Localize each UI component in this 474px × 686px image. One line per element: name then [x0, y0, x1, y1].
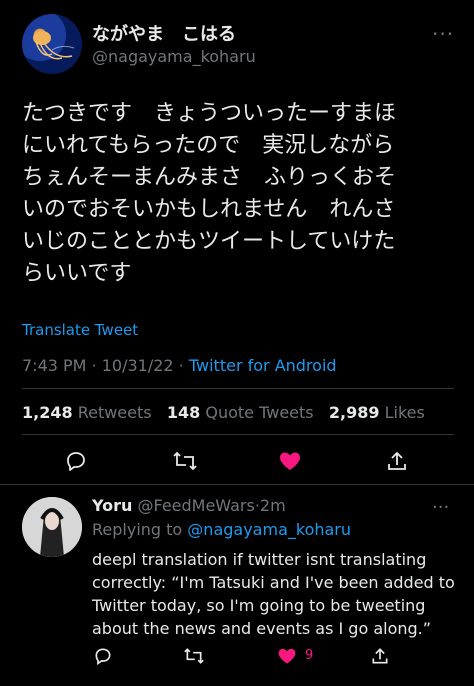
reply-like-count: 9	[305, 648, 314, 663]
reply-handle[interactable]: @FeedMeWars	[137, 496, 254, 515]
replying-to-handle[interactable]: @nagayama_koharu	[187, 520, 351, 539]
person-avatar-image	[22, 497, 82, 557]
quote-tweets-stat[interactable]: 148 Quote Tweets	[167, 403, 314, 422]
reply-header: Yoru @FeedMeWars·2m	[92, 496, 286, 515]
share-icon[interactable]	[383, 447, 411, 475]
reply-icon[interactable]	[62, 447, 90, 475]
tweet-date: 10/31/22	[101, 356, 174, 375]
replying-to: Replying to @nagayama_koharu	[92, 520, 352, 539]
reply-share-icon[interactable]	[369, 645, 391, 667]
jellyfish-avatar-image	[33, 31, 75, 60]
tweet-meta: 7:43 PM · 10/31/22 · Twitter for Android	[22, 356, 337, 375]
avatar[interactable]	[22, 14, 82, 74]
reply-reply-icon[interactable]	[92, 645, 114, 667]
tweet-time: 7:43 PM	[22, 356, 87, 375]
retweet-icon[interactable]	[171, 447, 199, 475]
like-icon[interactable]	[276, 447, 304, 475]
divider	[22, 434, 454, 435]
reply-like-icon[interactable]	[276, 645, 298, 667]
tweet-stats: 1,248 Retweets 148 Quote Tweets 2,989 Li…	[22, 403, 425, 422]
separator: ·	[178, 356, 184, 375]
reply-text: deepl translation if twitter isnt transl…	[92, 550, 455, 638]
handle[interactable]: @nagayama_koharu	[92, 47, 256, 66]
separator: ·	[91, 356, 97, 375]
more-options-icon[interactable]: ···	[432, 22, 454, 46]
divider	[0, 484, 474, 485]
likes-stat[interactable]: 2,989 Likes	[329, 403, 425, 422]
reply-time[interactable]: 2m	[260, 496, 286, 515]
tweet-text: たつきです きょうついったーすまほ にいれてもらったので 実況しながら ちぇんそ…	[22, 101, 397, 286]
divider	[22, 388, 454, 389]
reply-more-options-icon[interactable]: ···	[432, 497, 449, 518]
retweets-stat[interactable]: 1,248 Retweets	[22, 403, 152, 422]
reply-avatar[interactable]	[22, 497, 82, 557]
tweet-source-link[interactable]: Twitter for Android	[189, 356, 337, 375]
reply-retweet-icon[interactable]	[183, 645, 205, 667]
display-name[interactable]: ながやま こはる	[92, 20, 236, 46]
translate-tweet-link[interactable]: Translate Tweet	[22, 321, 138, 339]
reply-display-name[interactable]: Yoru	[92, 496, 132, 515]
